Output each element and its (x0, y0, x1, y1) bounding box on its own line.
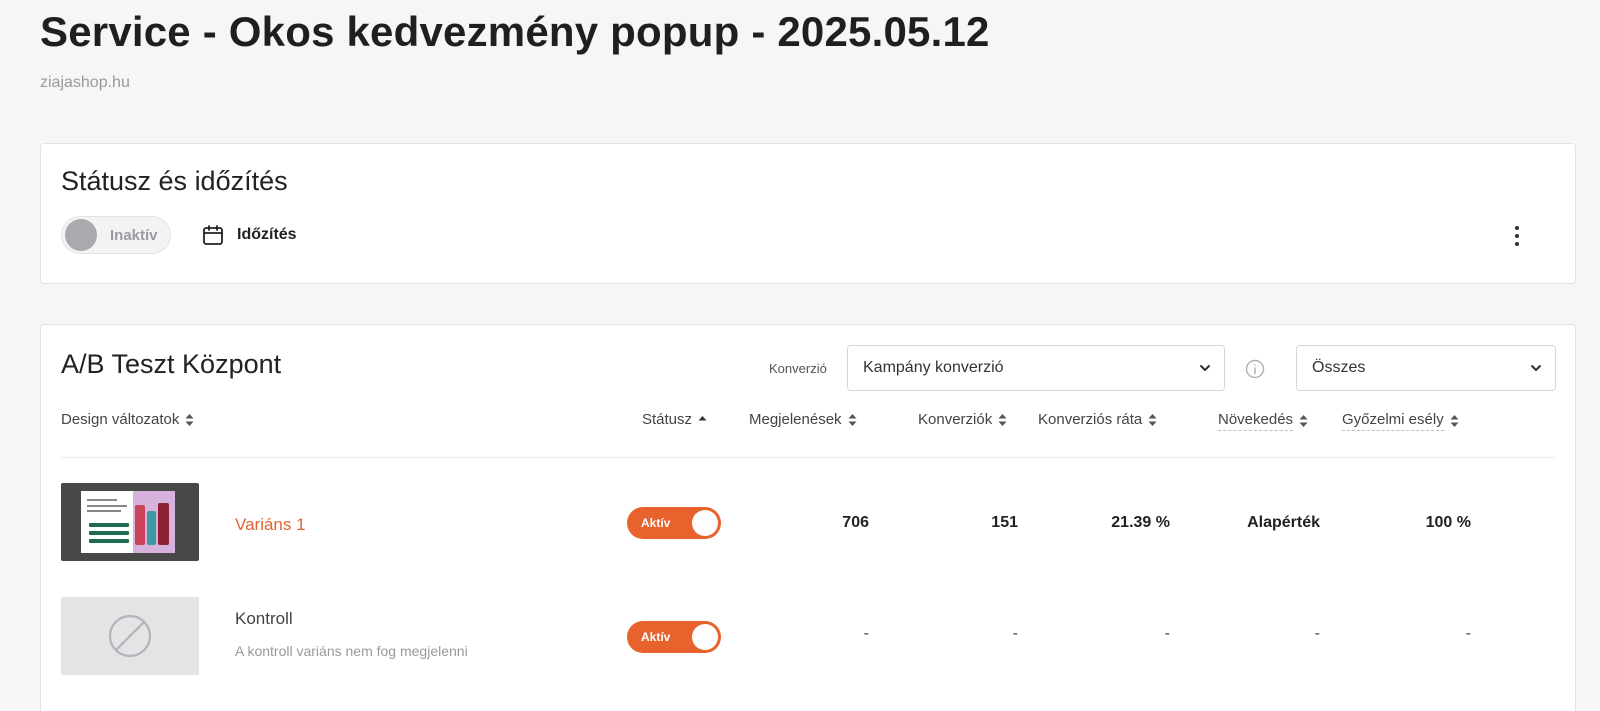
conversion-select[interactable]: Kampány konverzió (847, 345, 1225, 391)
cell-impressions: - (863, 625, 869, 642)
cell-growth: - (1314, 625, 1320, 642)
info-icon[interactable] (1245, 359, 1265, 379)
toggle-knob (692, 510, 718, 536)
col-conversion-rate[interactable]: Konverziós ráta (1038, 411, 1157, 428)
col-impressions[interactable]: Megjelenések (749, 411, 857, 428)
popup-preview (81, 491, 175, 553)
calendar-icon (201, 223, 225, 247)
cell-conversions: - (1012, 625, 1018, 642)
ab-test-card: A/B Teszt Központ Konverzió Kampány konv… (40, 324, 1576, 711)
col-conversions[interactable]: Konverziók (918, 411, 1007, 428)
col-growth[interactable]: Növekedés (1218, 411, 1308, 431)
variant-filter-select[interactable]: Összes (1296, 345, 1556, 391)
variant-status-toggle[interactable]: Aktív (627, 621, 721, 653)
status-card-heading: Státusz és időzítés (61, 166, 288, 196)
variant-note: A kontroll variáns nem fog megjelenni (235, 643, 468, 659)
table-divider (61, 457, 1555, 458)
table-row: Variáns 1 Aktív 706 151 21.39 % Alapérté… (41, 479, 1575, 569)
cell-growth: Alapérték (1247, 514, 1320, 531)
variant-thumbnail[interactable] (61, 483, 199, 561)
status-toggle-label: Inaktív (110, 226, 158, 244)
col-design-variants[interactable]: Design változatok (61, 411, 194, 428)
schedule-button[interactable]: Időzítés (201, 221, 297, 249)
toggle-knob (692, 624, 718, 650)
variant-filter-value: Összes (1312, 359, 1366, 376)
variant-thumbnail (61, 597, 199, 675)
cell-win-chance: - (1465, 625, 1471, 642)
sort-icon (998, 413, 1007, 426)
cell-conversions: 151 (991, 514, 1018, 531)
cell-conversion-rate: 21.39 % (1111, 514, 1170, 531)
site-domain: ziajashop.hu (40, 74, 130, 91)
cell-impressions: 706 (842, 514, 869, 531)
sort-icon (1299, 415, 1308, 427)
cell-win-chance: 100 % (1425, 514, 1471, 531)
table-row: Kontroll A kontroll variáns nem fog megj… (41, 593, 1575, 683)
toggle-knob (65, 219, 97, 251)
sort-icon (1450, 415, 1459, 427)
ab-test-heading: A/B Teszt Központ (61, 349, 282, 379)
chevron-down-icon (1529, 361, 1543, 380)
status-card: Státusz és időzítés Inaktív Időzítés (40, 143, 1576, 284)
sort-icon (848, 413, 857, 426)
more-vertical-icon[interactable] (1509, 222, 1525, 250)
status-toggle[interactable]: Inaktív (61, 216, 171, 254)
conversion-select-value: Kampány konverzió (863, 359, 1004, 376)
no-symbol-icon (108, 614, 152, 658)
col-status[interactable]: Státusz (642, 411, 707, 428)
variant-status-label: Aktív (641, 630, 671, 644)
conversion-label: Konverzió (769, 361, 827, 376)
variant-status-label: Aktív (641, 516, 671, 530)
sort-up-icon (698, 415, 707, 420)
variant-status-toggle[interactable]: Aktív (627, 507, 721, 539)
col-win-chance[interactable]: Győzelmi esély (1342, 411, 1459, 431)
variant-name-link[interactable]: Variáns 1 (235, 515, 306, 535)
cell-conversion-rate: - (1164, 625, 1170, 642)
sort-icon (185, 413, 194, 426)
variant-name: Kontroll (235, 609, 293, 628)
page-title: Service - Okos kedvezmény popup - 2025.0… (40, 8, 990, 55)
chevron-down-icon (1198, 361, 1212, 380)
sort-icon (1148, 413, 1157, 426)
schedule-label: Időzítés (237, 226, 297, 243)
